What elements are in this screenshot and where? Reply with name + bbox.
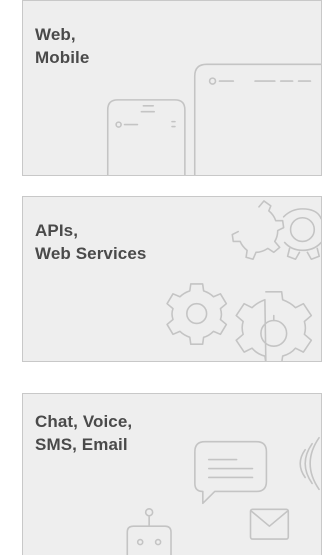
card-title-chat-voice-sms-email: Chat, Voice, SMS, Email <box>35 412 133 454</box>
card-title-apis-web-services: APIs, Web Services <box>35 221 147 263</box>
robot-icon <box>126 507 172 555</box>
gear-outline-icon <box>231 200 321 261</box>
phone-outline-icon <box>106 99 186 175</box>
sound-waves-icon <box>299 436 320 491</box>
envelope-icon <box>249 508 290 540</box>
tablet-outline-icon <box>193 63 321 175</box>
gear-pair-outline-icon <box>235 291 313 361</box>
chat-bubble-icon <box>194 440 268 505</box>
card-chat-voice-sms-email[interactable]: Chat, Voice, SMS, Email <box>22 393 322 555</box>
card-apis-web-services[interactable]: APIs, Web Services <box>22 196 322 362</box>
gear-outline-icon <box>166 283 228 345</box>
card-web-mobile[interactable]: Web, Mobile <box>22 0 322 176</box>
card-title-web-mobile: Web, Mobile <box>35 25 90 67</box>
